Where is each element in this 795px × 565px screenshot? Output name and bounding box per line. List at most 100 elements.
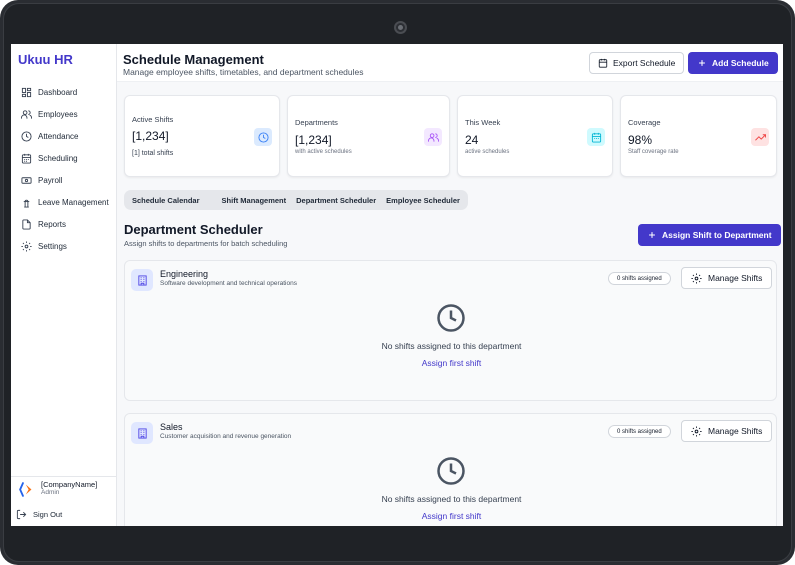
stat-label: This Week (465, 118, 501, 127)
stat-card-departments: Departments [1,234] with active schedule… (287, 95, 450, 177)
building-icon (137, 427, 147, 439)
stat-value: 24 (465, 133, 479, 147)
stat-card-coverage: Coverage 98% Staff coverage rate (620, 95, 777, 177)
dashboard-icon (21, 87, 32, 97)
calendar-icon (21, 153, 32, 164)
sidebar-item-label: Reports (38, 219, 67, 229)
sidebar-item-label: Settings (38, 241, 67, 251)
clock-icon (437, 304, 465, 332)
stat-note: with active schedules (295, 149, 352, 155)
stat-icon-box (587, 128, 605, 146)
sidebar-item-label: Scheduling (38, 153, 78, 163)
empty-state-text: No shifts assigned to this department (381, 494, 522, 504)
sidebar-item-reports[interactable]: Reports (11, 213, 117, 235)
camera-icon (394, 21, 407, 34)
building-icon (137, 274, 147, 286)
gear-icon (691, 272, 702, 284)
stat-note: Staff coverage rate (628, 149, 679, 155)
device-frame: Ukuu HR Dashboard Employees Attendance S… (0, 0, 795, 565)
section-title: Department Scheduler (124, 222, 263, 237)
building-icon-box (131, 422, 153, 444)
assign-shift-label: Assign Shift to Department (662, 230, 772, 240)
manage-shifts-button[interactable]: Manage Shifts (681, 420, 773, 442)
banknote-icon (21, 176, 32, 184)
stat-card-this-week: This Week 24 active schedules (457, 95, 613, 177)
stat-label: Active Shifts (132, 115, 174, 124)
add-schedule-button[interactable]: Add Schedule (688, 52, 778, 74)
manage-shifts-button[interactable]: Manage Shifts (681, 267, 773, 289)
calendar-icon (591, 132, 601, 143)
sign-out-label: Sign Out (33, 510, 63, 519)
company-switcher[interactable]: [CompanyName] Admin (11, 476, 117, 501)
add-schedule-label: Add Schedule (712, 58, 769, 68)
shifts-count-badge: 0 shifts assigned (608, 425, 671, 438)
gear-icon (21, 240, 32, 252)
stat-icon-box (424, 128, 442, 146)
page-title: Schedule Management (123, 52, 264, 67)
plus-icon (649, 232, 655, 238)
calendar-icon (598, 58, 608, 68)
stat-icon-box (254, 128, 272, 146)
assign-first-shift-link[interactable]: Assign first shift (125, 358, 778, 368)
tab-schedule-calendar[interactable]: Schedule Calendar (127, 192, 205, 208)
clock-icon (437, 457, 465, 485)
stat-value: [1,234] (295, 133, 332, 147)
schedule-tabs: Schedule Calendar Shift Management Depar… (124, 190, 468, 210)
company-role: Admin (41, 489, 60, 496)
company-logo-icon (19, 481, 32, 497)
clock-icon (257, 131, 269, 143)
sidebar-item-scheduling[interactable]: Scheduling (11, 147, 117, 169)
department-card-engineering: Engineering Software development and tec… (124, 260, 777, 401)
stat-icon-box (751, 128, 769, 146)
sidebar: Ukuu HR Dashboard Employees Attendance S… (11, 44, 117, 526)
users-icon (427, 132, 439, 142)
sidebar-item-dashboard[interactable]: Dashboard (11, 81, 117, 103)
stat-note: active schedules (465, 149, 510, 155)
building-icon-box (131, 269, 153, 291)
page-subtitle: Manage employee shifts, timetables, and … (123, 67, 364, 77)
stat-label: Coverage (628, 118, 661, 127)
page-header: Schedule Management Manage employee shif… (117, 44, 783, 82)
sign-out-icon (16, 509, 27, 520)
stat-card-active-shifts: Active Shifts [1,234] [1] total shifts (124, 95, 280, 177)
sidebar-item-label: Leave Management (38, 197, 109, 207)
department-name: Sales (160, 422, 183, 432)
sidebar-item-settings[interactable]: Settings (11, 235, 117, 257)
manage-shifts-label: Manage Shifts (708, 273, 763, 283)
file-icon (22, 218, 31, 230)
sidebar-item-label: Dashboard (38, 87, 78, 97)
empty-state-text: No shifts assigned to this department (381, 341, 522, 351)
app-screen: Ukuu HR Dashboard Employees Attendance S… (11, 44, 783, 526)
users-icon (21, 109, 32, 119)
shifts-count-badge: 0 shifts assigned (608, 272, 671, 285)
gear-icon (691, 425, 702, 437)
sidebar-item-leave-management[interactable]: Leave Management (11, 191, 117, 213)
sidebar-item-attendance[interactable]: Attendance (11, 125, 117, 147)
tab-department-scheduler[interactable]: Department Scheduler (291, 192, 381, 208)
plus-icon (699, 60, 705, 66)
sidebar-item-payroll[interactable]: Payroll (11, 169, 117, 191)
sidebar-item-label: Payroll (38, 175, 63, 185)
clock-icon (21, 130, 32, 142)
export-schedule-label: Export Schedule (613, 58, 676, 68)
department-description: Customer acquisition and revenue generat… (160, 433, 292, 440)
tab-shift-management[interactable]: Shift Management (217, 192, 292, 208)
export-schedule-button[interactable]: Export Schedule (589, 52, 685, 74)
stat-note: [1] total shifts (132, 150, 174, 157)
sidebar-item-label: Attendance (38, 131, 79, 141)
section-subtitle: Assign shifts to departments for batch s… (124, 239, 288, 248)
manage-shifts-label: Manage Shifts (708, 426, 763, 436)
stat-value: 98% (628, 133, 653, 147)
tab-employee-scheduler[interactable]: Employee Scheduler (381, 192, 465, 208)
company-info: [CompanyName] Admin (41, 481, 97, 497)
brand-logo[interactable]: Ukuu HR (18, 52, 73, 67)
assign-first-shift-label: Assign first shift (421, 358, 482, 368)
sign-out-button[interactable]: Sign Out (16, 509, 62, 520)
assign-first-shift-label: Assign first shift (421, 511, 482, 521)
department-description: Software development and technical opera… (160, 280, 297, 287)
stat-value: [1,234] (132, 129, 169, 143)
sidebar-item-employees[interactable]: Employees (11, 103, 117, 125)
assign-first-shift-link[interactable]: Assign first shift (125, 511, 778, 521)
assign-shift-to-department-button[interactable]: Assign Shift to Department (638, 224, 781, 246)
department-card-sales: Sales Customer acquisition and revenue g… (124, 413, 777, 526)
